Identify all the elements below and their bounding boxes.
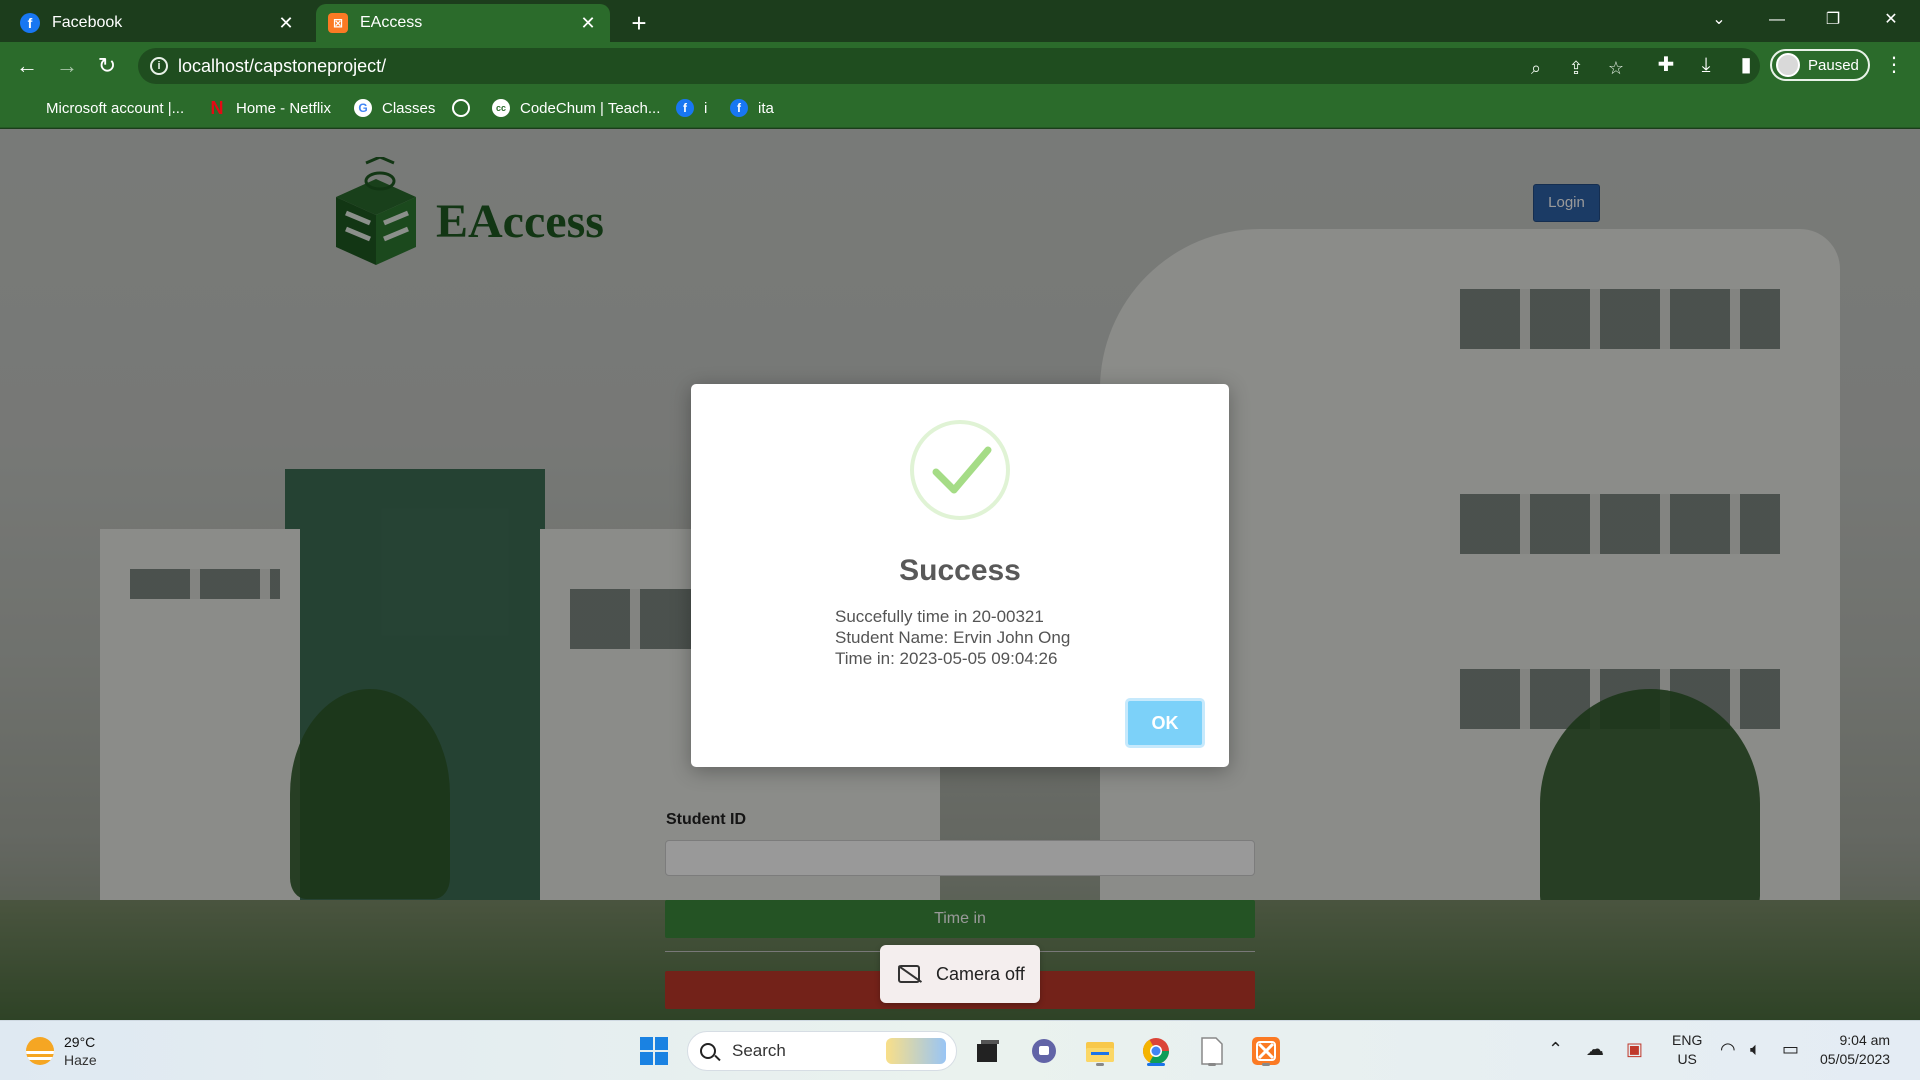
success-dialog: Success Succefully time in 20-00321 Stud… [691,384,1229,767]
bookmark-label: Home - Netflix [236,99,332,117]
onedrive-cloud-icon[interactable]: ☁ [1586,1039,1604,1060]
system-clock[interactable]: 9:04 am 05/05/2023 [1820,1031,1890,1069]
download-icon[interactable]: ⤓ [1692,51,1720,79]
app-indicator [1262,1063,1270,1066]
share-icon[interactable]: ⇪ [1564,56,1588,80]
clock-date: 05/05/2023 [1820,1051,1891,1067]
camera-status-text: Camera off [936,963,1025,984]
browser-tabstrip: f Facebook ✕ ⊠ EAccess ✕ + ⌄ — ❐ ✕ [0,0,1920,42]
weather-condition: Haze [64,1052,97,1068]
bookmark-label: i [704,99,708,117]
teams-chat-icon[interactable] [1026,1033,1062,1069]
xampp-icon: ⊠ [328,13,348,33]
tab-eaccess[interactable]: ⊠ EAccess ✕ [316,4,610,42]
netflix-icon: N [210,97,224,118]
windows-taskbar: 29°C Haze Search ⌃ ☁ ▣ ENG US ◠ 🔈︎ ▭ 9:0… [0,1020,1920,1080]
bookmark-label: Microsoft account |... [46,99,185,117]
weather-temperature: 29°C [64,1034,96,1050]
app-indicator [1147,1063,1165,1066]
success-check-icon [910,420,1010,520]
avatar [1776,53,1800,77]
url-text[interactable]: localhost/capstoneproject/ [178,56,386,77]
message-line: Time in: 2023-05-05 09:04:26 [835,649,1058,668]
chevron-up-icon[interactable]: ⌃ [1548,1039,1563,1060]
bookmark-netflix[interactable]: N Home - Netflix [208,96,332,120]
app-tray-icon[interactable]: ▣ [1626,1039,1643,1060]
camera-off-icon [898,965,920,983]
chrome-icon[interactable] [1138,1033,1174,1069]
bookmark-codechum[interactable]: cc CodeChum | Teach... [492,96,660,120]
bookmark-globe[interactable] [452,96,480,120]
restore-button[interactable]: ❐ [1808,0,1858,42]
info-icon[interactable]: i [150,57,168,75]
message-line: Student Name: Ervin John Ong [835,628,1071,647]
app-indicator [1208,1063,1216,1066]
language-indicator[interactable]: ENG US [1672,1031,1702,1069]
zoom-icon[interactable]: ⌕ [1524,56,1548,80]
dialog-message: Succefully time in 20-00321 Student Name… [835,606,1070,669]
file-explorer-icon[interactable] [1082,1033,1118,1069]
profile-button[interactable]: Paused [1770,49,1870,81]
extensions-icon[interactable]: ✚ [1652,51,1680,79]
haze-weather-icon [26,1037,54,1065]
ok-button[interactable]: OK [1125,698,1205,748]
browser-toolbar: ← → ↻ i localhost/capstoneproject/ ⌕ ⇪ ☆… [0,42,1920,88]
windows-logo-icon [640,1037,668,1065]
bookmarks-bar: Microsoft account |... N Home - Netflix … [0,88,1920,128]
tab-title: Facebook [52,14,123,31]
bookmark-facebook-ita[interactable]: f ita [730,96,774,120]
language-code: ENG [1672,1032,1703,1048]
profile-status: Paused [1808,56,1859,74]
taskbar-search[interactable]: Search [687,1031,957,1071]
region-code: US [1677,1051,1697,1067]
search-placeholder: Search [732,1041,786,1060]
clock-time: 9:04 am [1839,1032,1891,1048]
facebook-icon: f [20,13,40,33]
xampp-icon[interactable] [1248,1033,1284,1069]
weather-widget[interactable]: 29°C Haze [26,1033,97,1069]
close-window-button[interactable]: ✕ [1866,0,1916,42]
tab-search-chevron-icon[interactable]: ⌄ [1694,0,1744,42]
task-view-icon[interactable] [970,1033,1006,1069]
side-panel-icon[interactable]: ▮ [1732,51,1760,79]
forward-icon[interactable]: → [50,49,84,83]
minimize-button[interactable]: — [1752,0,1802,42]
bookmark-microsoft[interactable]: Microsoft account |... [18,96,184,120]
dialog-title: Success [899,554,1021,587]
camera-status-toast[interactable]: Camera off [880,945,1040,1003]
google-icon: G [354,99,372,117]
bookmark-label: Classes [382,99,436,117]
facebook-icon: f [676,99,694,117]
app-indicator [1096,1063,1104,1066]
new-tab-button[interactable]: + [622,6,656,40]
address-bar[interactable]: i localhost/capstoneproject/ ⌕ ⇪ ☆ [138,48,1760,84]
bookmark-label: CodeChum | Teach... [520,99,661,117]
microsoft-icon [18,99,36,117]
bookmark-facebook-i[interactable]: f i [676,96,707,120]
wifi-icon[interactable]: ◠ [1720,1039,1736,1060]
start-button[interactable] [636,1033,672,1069]
bookmark-label: ita [758,99,774,117]
codechum-icon: cc [492,99,510,117]
notepad-icon[interactable] [1194,1033,1230,1069]
close-icon[interactable]: ✕ [578,13,598,34]
globe-icon [452,99,470,117]
back-icon[interactable]: ← [10,49,44,83]
speaker-icon[interactable]: 🔈︎ [1750,1039,1761,1060]
search-icon [700,1043,716,1059]
bookmark-classes[interactable]: G Classes [354,96,435,120]
tab-facebook[interactable]: f Facebook ✕ [8,4,308,42]
menu-kebab-icon[interactable]: ⋮ [1880,51,1908,79]
facebook-icon: f [730,99,748,117]
reload-icon[interactable]: ↻ [90,49,124,83]
bookmark-star-icon[interactable]: ☆ [1604,56,1628,80]
battery-icon[interactable]: ▭ [1782,1039,1799,1060]
search-highlight-icon [886,1038,946,1064]
message-line: Succefully time in 20-00321 [835,607,1044,626]
close-icon[interactable]: ✕ [276,13,296,34]
tab-title: EAccess [360,14,423,31]
